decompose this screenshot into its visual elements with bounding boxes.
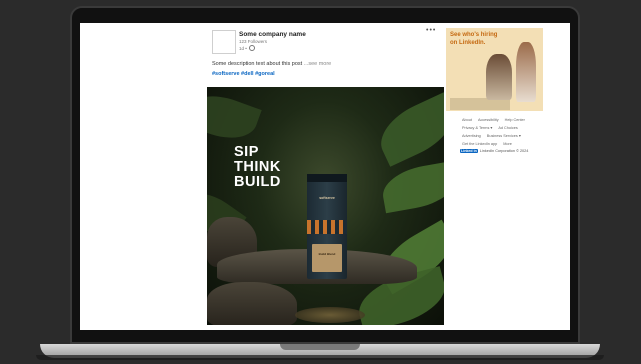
globe-icon: [248, 45, 255, 51]
footer-links: About Accessibility Help Center Privacy …: [462, 116, 552, 148]
water-puddle: [295, 307, 365, 323]
more-icon[interactable]: •••: [426, 27, 436, 34]
post-description: Some description text about this post ..…: [212, 61, 331, 67]
footer-row: About Accessibility Help Center: [462, 116, 552, 124]
footer-row: Advertising Business Services ▾: [462, 132, 552, 140]
linkedin-logo-icon: Linked in: [460, 149, 478, 153]
footer-link[interactable]: Business Services ▾: [487, 132, 521, 140]
followers-count: 123 Followers: [239, 39, 268, 44]
copyright-text: LinkedIn Corporation © 2024: [479, 149, 529, 153]
company-logo[interactable]: [212, 30, 236, 54]
leaf-decoration: [379, 160, 444, 214]
brand-row: Linked in LinkedIn Corporation © 2024: [460, 149, 528, 153]
footer-link[interactable]: Privacy & Terms ▾: [462, 124, 492, 132]
headline-line: BUILD: [234, 174, 281, 190]
footer-link[interactable]: More: [503, 140, 512, 148]
ad-text-line: See who's hiring: [450, 32, 498, 38]
footer-link[interactable]: Get the LinkedIn app: [462, 140, 497, 148]
pack-band: [307, 220, 347, 234]
ad-person: [486, 54, 512, 100]
pack-label-text: Build Blend: [318, 252, 336, 256]
company-name[interactable]: Some company name: [239, 31, 306, 38]
ad-text-line: on LinkedIn.: [450, 39, 486, 46]
pack-brand: softserve: [319, 196, 335, 200]
footer-link[interactable]: Accessibility: [478, 116, 499, 124]
laptop-shadow: [36, 355, 604, 360]
pack-label: Build Blend: [312, 244, 342, 272]
footer-link[interactable]: Advertising: [462, 132, 481, 140]
headline-line: SIP: [234, 144, 259, 160]
laptop-notch: [280, 344, 360, 350]
post-timestamp: 1d •: [239, 45, 247, 51]
post-meta: 1d •: [239, 45, 255, 51]
pack-top: [307, 174, 347, 182]
leaf-decoration: [207, 87, 262, 148]
footer-row: Get the LinkedIn app More: [462, 140, 552, 148]
footer-link[interactable]: About: [462, 116, 472, 124]
ad-person: [516, 42, 536, 102]
footer-link[interactable]: Ad Choices: [498, 124, 517, 132]
ad-headline: SIP THINK BUILD: [234, 145, 281, 190]
headline-line: THINK: [234, 159, 281, 175]
see-more-link[interactable]: ...see more: [304, 61, 332, 67]
post-description-text: Some description text about this post: [212, 61, 303, 67]
footer-row: Privacy & Terms ▾ Ad Choices: [462, 124, 552, 132]
rock: [207, 282, 297, 325]
post-header: Some company name 123 Followers 1d •: [212, 30, 442, 54]
sidebar-ad[interactable]: See who's hiring on LinkedIn.: [446, 28, 543, 111]
post-hashtags[interactable]: #softserve #dell #goreal: [212, 71, 275, 77]
post-image[interactable]: SIP THINK BUILD softserve Build Blend: [207, 87, 444, 325]
coffee-pack: softserve Build Blend: [307, 174, 347, 279]
footer-link[interactable]: Help Center: [505, 116, 525, 124]
leaf-decoration: [371, 92, 444, 167]
ad-text: See who's hiring on LinkedIn.: [450, 32, 497, 47]
screen: Some company name 123 Followers 1d • •••…: [80, 23, 570, 330]
